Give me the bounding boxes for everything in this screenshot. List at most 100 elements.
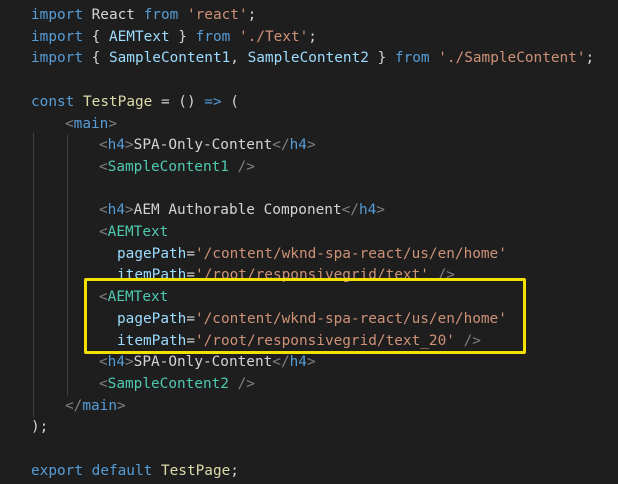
bracket-token: < — [99, 354, 108, 371]
text-token: ; — [308, 28, 317, 45]
code-line[interactable]: ); — [0, 417, 618, 439]
bracket-token: </ — [272, 137, 290, 154]
identifier-token: SampleContent2 — [247, 50, 369, 67]
code-line[interactable]: export default TestPage; — [0, 461, 618, 483]
bracket-token: < — [65, 115, 74, 132]
identifier-token: SampleContent1 — [108, 50, 231, 67]
component-token: SampleContent2 — [107, 375, 229, 392]
code-line[interactable] — [0, 439, 618, 461]
string-token: '/root/responsivegrid/text_20' — [194, 332, 455, 349]
bracket-token: > — [306, 354, 316, 371]
string-token: '/content/wknd-spa-react/us/en/home' — [194, 310, 507, 327]
function-token: TestPage — [160, 462, 231, 479]
bracket-token: > — [125, 202, 134, 219]
bracket-token: /> — [237, 158, 255, 175]
attribute-token: pagePath — [117, 245, 187, 262]
string-token: './Text' — [238, 28, 309, 45]
text-token: = — [186, 310, 195, 327]
keyword-token: from — [394, 50, 430, 67]
string-token: '/root/responsivegrid/text' — [194, 267, 429, 284]
tag-token: h4 — [289, 354, 307, 371]
string-token: 'react' — [186, 7, 248, 23]
code-line[interactable]: <main> — [0, 114, 618, 136]
text-token: SPA-Only-Content — [133, 137, 273, 154]
attribute-token: itemPath — [117, 267, 187, 284]
bracket-token: </ — [65, 397, 83, 414]
tag-token: h4 — [107, 137, 125, 154]
text-token: } — [368, 50, 395, 67]
code-line[interactable] — [0, 70, 618, 92]
string-token: './SampleContent' — [438, 50, 586, 67]
bracket-token: /> — [437, 267, 455, 284]
code-line[interactable] — [0, 179, 618, 201]
code-line[interactable]: itemPath='/root/responsivegrid/text' /> — [0, 265, 618, 287]
keyword-token: import — [31, 7, 83, 23]
bracket-token: </ — [272, 354, 290, 371]
keyword-token: const — [31, 93, 75, 110]
bracket-token: > — [125, 137, 134, 154]
keyword-token: => — [204, 93, 222, 110]
tag-token: main — [73, 115, 109, 132]
code-line[interactable]: pagePath='/content/wknd-spa-react/us/en/… — [0, 244, 618, 266]
code-line[interactable]: <h4>AEM Authorable Component</h4> — [0, 200, 618, 222]
keyword-token: from — [143, 7, 179, 23]
code-line[interactable]: <SampleContent2 /> — [0, 374, 618, 396]
code-line[interactable]: import { SampleContent1, SampleContent2 … — [0, 48, 618, 70]
code-line[interactable]: </main> — [0, 396, 618, 418]
text-token: = — [186, 267, 195, 284]
component-token: AEMText — [107, 224, 169, 240]
code-line[interactable]: const TestPage = () => ( — [0, 92, 618, 114]
code-line[interactable]: <AEMText — [0, 287, 618, 309]
component-token: AEMText — [107, 289, 169, 306]
text-token: = — [186, 245, 195, 262]
keyword-token: import — [31, 50, 83, 67]
tag-token: h4 — [107, 354, 125, 371]
text-token: ( — [221, 93, 239, 110]
bracket-token: > — [108, 115, 117, 132]
tag-token: h4 — [107, 202, 125, 219]
bracket-token: < — [99, 137, 108, 154]
text-token: ); — [31, 419, 49, 436]
bracket-token: < — [99, 375, 108, 392]
tag-token: main — [82, 397, 117, 414]
text-token: SPA-Only-Content — [133, 354, 273, 371]
code-line[interactable]: <h4>SPA-Only-Content</h4> — [0, 352, 618, 374]
bracket-token: < — [99, 289, 108, 306]
text-token: { — [82, 50, 109, 67]
text-token: ; — [230, 462, 239, 479]
indent-guide — [33, 133, 34, 418]
tag-token: h4 — [289, 137, 307, 154]
code-line[interactable]: pagePath='/content/wknd-spa-react/us/en/… — [0, 309, 618, 331]
string-token: '/content/wknd-spa-react/us/en/home' — [194, 245, 507, 262]
bracket-token: > — [125, 354, 134, 371]
code-line[interactable]: <SampleContent1 /> — [0, 157, 618, 179]
code-line[interactable]: <AEMText — [0, 222, 618, 244]
keyword-token: import — [31, 28, 83, 45]
bracket-token: /> — [237, 375, 255, 392]
code-line[interactable]: <h4>SPA-Only-Content</h4> — [0, 135, 618, 157]
text-token: } — [169, 28, 196, 45]
code-line[interactable]: itemPath='/root/responsivegrid/text_20' … — [0, 331, 618, 353]
attribute-token: itemPath — [117, 332, 187, 349]
code-editor[interactable]: export default TestPage;); </main> <Sample… — [0, 0, 618, 484]
text-token: React — [82, 7, 144, 23]
identifier-token: AEMText — [108, 28, 170, 45]
bracket-token: /> — [463, 332, 481, 349]
text-token: AEM Authorable Component — [133, 202, 342, 219]
keyword-token: default — [91, 462, 153, 479]
function-token: TestPage — [83, 93, 153, 110]
attribute-token: pagePath — [117, 310, 187, 327]
code-line[interactable]: import { AEMText } from './Text'; — [0, 27, 618, 49]
text-token: ; — [247, 7, 257, 23]
code-line[interactable]: import React from 'react'; — [0, 5, 618, 27]
bracket-token: > — [376, 202, 385, 219]
